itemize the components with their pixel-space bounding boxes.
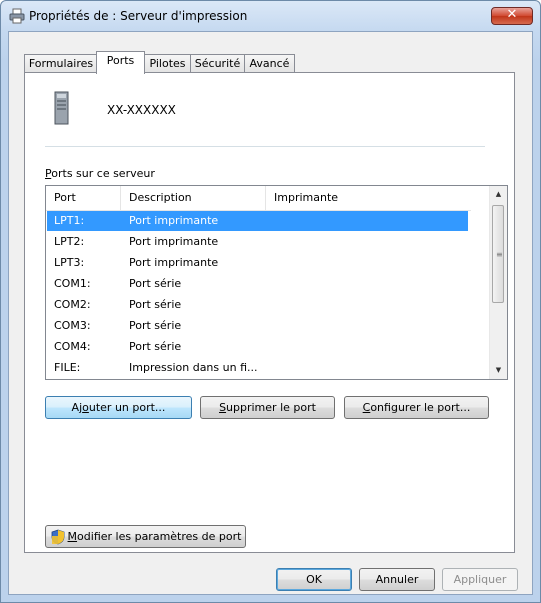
description-cell: Port imprimante <box>129 214 219 227</box>
table-row[interactable]: COM2: Port série <box>47 295 468 315</box>
port-cell: COM3: <box>54 319 91 332</box>
table-row[interactable]: LPT1: Port imprimante <box>47 211 468 231</box>
tab-avance[interactable]: Avancé <box>244 54 295 73</box>
uac-shield-icon <box>51 529 64 545</box>
modify-port-settings-button[interactable]: Modifier les paramètres de port <box>45 525 246 548</box>
port-cell: FILE: <box>54 361 81 374</box>
table-row[interactable]: COM3: Port série <box>47 316 468 336</box>
description-cell: Port série <box>129 340 182 353</box>
delete-port-mnemonic: S <box>219 401 227 414</box>
delete-port-label: upprimer le port <box>226 401 316 414</box>
scroll-down-arrow-icon[interactable]: ▼ <box>490 362 507 379</box>
port-cell: LPT1: <box>54 214 85 227</box>
cancel-button[interactable]: Annuler <box>359 568 435 591</box>
tab-securite[interactable]: Sécurité <box>190 54 245 73</box>
window-title: Propriétés de : Serveur d'impression <box>29 9 248 23</box>
add-port-label-a: Aj <box>71 401 83 414</box>
port-cell: LPT3: <box>54 256 85 269</box>
modify-settings-label: odifier les paramètres de port <box>77 530 242 543</box>
scroll-up-arrow-icon[interactable]: ▲ <box>490 186 507 203</box>
add-port-label-b: uter un port... <box>88 401 166 414</box>
column-header-port[interactable]: Port <box>46 186 121 210</box>
description-cell: Port série <box>129 298 182 311</box>
port-cell: LPT2: <box>54 235 85 248</box>
tab-formulaires[interactable]: Formulaires <box>24 54 98 73</box>
server-icon <box>54 91 69 125</box>
table-row[interactable]: LPT2: Port imprimante <box>47 232 468 252</box>
tab-pilotes[interactable]: Pilotes <box>144 54 191 73</box>
ports-label-text: orts sur ce serveur <box>51 167 155 180</box>
server-name: XX-XXXXXX <box>107 103 176 117</box>
add-port-mnemonic: o <box>82 401 89 414</box>
table-row[interactable]: COM4: Port série <box>47 337 468 357</box>
configure-port-label: onfigurer le port... <box>370 401 471 414</box>
ports-list[interactable]: Port Description Imprimante LPT1: Port im… <box>45 185 508 380</box>
description-cell: Port série <box>129 277 182 290</box>
column-header-description[interactable]: Description <box>121 186 266 210</box>
configure-port-button[interactable]: Configurer le port... <box>344 396 489 419</box>
grip-icon: ≡ <box>496 250 503 259</box>
column-header-printer[interactable]: Imprimante <box>266 186 471 210</box>
table-row[interactable]: COM1: Port série <box>47 274 468 294</box>
table-row[interactable]: FILE: Impression dans un fi... <box>47 358 468 378</box>
port-cell: COM4: <box>54 340 91 353</box>
printer-icon <box>9 8 25 24</box>
table-row[interactable]: LPT3: Port imprimante <box>47 253 468 273</box>
ok-button[interactable]: OK <box>276 568 352 591</box>
tab-ports[interactable]: Ports <box>96 51 145 74</box>
ports-tab-panel: XX-XXXXXX Ports sur ce serveur Port Desc… <box>24 72 515 553</box>
title-bar[interactable]: Propriétés de : Serveur d'impression ✕ <box>1 1 540 31</box>
port-cell: COM2: <box>54 298 91 311</box>
scrollbar-thumb[interactable]: ≡ <box>492 205 504 303</box>
close-button[interactable]: ✕ <box>491 7 533 25</box>
description-cell: Impression dans un fi... <box>129 361 258 374</box>
close-icon: ✕ <box>506 7 518 22</box>
modify-settings-mnemonic: M <box>67 530 78 543</box>
separator-line <box>45 146 485 147</box>
description-cell: Port imprimante <box>129 235 219 248</box>
list-scrollbar[interactable]: ▲ ≡ ▼ <box>489 186 507 379</box>
apply-button[interactable]: Appliquer <box>442 568 518 591</box>
list-header: Port Description Imprimante <box>46 186 471 211</box>
add-port-button[interactable]: Ajouter un port... <box>45 396 192 419</box>
port-cell: COM1: <box>54 277 91 290</box>
delete-port-button[interactable]: Supprimer le port <box>200 396 335 419</box>
ports-list-label: Ports sur ce serveur <box>45 167 155 180</box>
description-cell: Port série <box>129 319 182 332</box>
description-cell: Port imprimante <box>129 256 219 269</box>
